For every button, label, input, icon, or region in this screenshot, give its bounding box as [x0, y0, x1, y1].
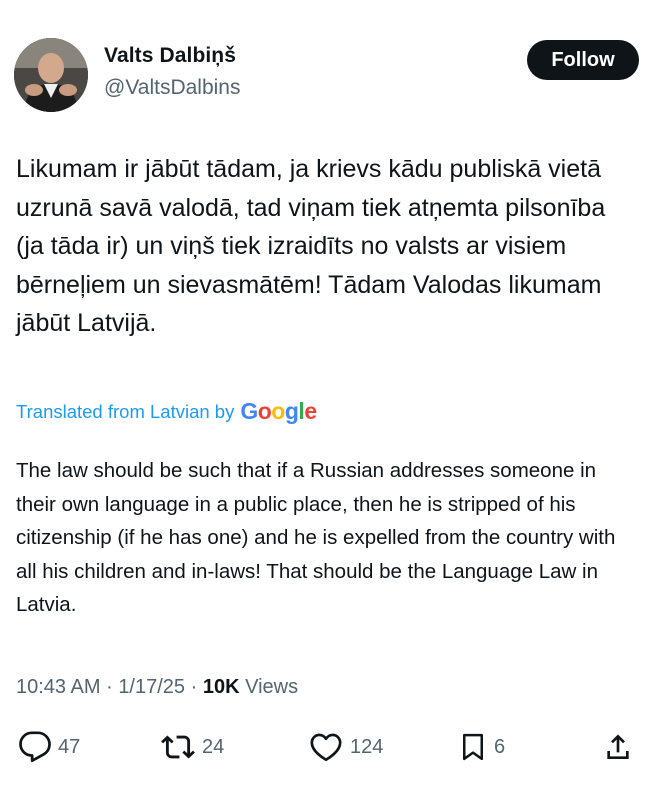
tweet-header: Valts Dalbiņš @ValtsDalbins Follow	[14, 38, 641, 114]
avatar-photo-icon	[14, 38, 88, 112]
repost-icon	[161, 735, 195, 759]
tweet-original-text: Likumam ir jābūt tādam, ja krievs kādu p…	[16, 155, 606, 337]
views-count: 10K	[202, 676, 240, 698]
reply-count: 47	[58, 735, 81, 758]
repost-count: 24	[202, 735, 225, 758]
translated-label: Translated from Latvian by	[16, 400, 235, 422]
tweet-actions: 47 24 124 6	[18, 726, 638, 768]
tweet-date[interactable]: 1/17/25	[118, 676, 185, 698]
author-name[interactable]: Valts Dalbiņš	[104, 44, 236, 68]
reply-icon	[19, 731, 51, 763]
like-count: 124	[350, 735, 384, 758]
meta-separator: ·	[106, 676, 113, 698]
follow-button[interactable]: Follow	[527, 40, 639, 80]
tweet-time[interactable]: 10:43 AM	[16, 676, 101, 698]
share-button[interactable]	[602, 726, 634, 768]
google-logo: Google	[240, 398, 317, 424]
avatar[interactable]	[14, 38, 88, 112]
bookmark-icon	[463, 733, 483, 761]
bookmark-count: 6	[494, 735, 506, 758]
meta-separator: ·	[190, 676, 198, 698]
views-label: Views	[245, 676, 299, 698]
repost-button[interactable]: 24	[160, 726, 224, 768]
translation-attribution[interactable]: Translated from Latvian by Google	[16, 398, 317, 425]
tweet-translation-text: The law should be such that if a Russian…	[16, 459, 616, 616]
share-icon	[607, 734, 629, 759]
like-button[interactable]: 124	[308, 726, 383, 768]
like-icon	[310, 733, 342, 762]
reply-button[interactable]: 47	[18, 726, 80, 768]
tweet-meta: 10:43 AM · 1/17/25 · 10K Views	[16, 676, 298, 699]
author-handle[interactable]: @ValtsDalbins	[104, 76, 240, 100]
bookmark-button[interactable]: 6	[458, 726, 505, 768]
